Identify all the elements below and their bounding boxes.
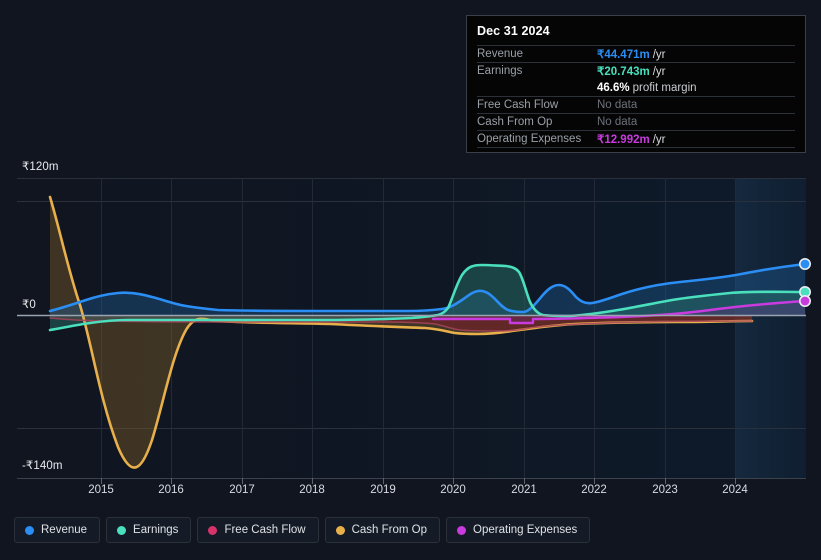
x-axis-tick-2017: 2017 <box>229 484 255 496</box>
tooltip-unit-earnings: /yr <box>652 66 666 78</box>
legend-item-earnings[interactable]: Earnings <box>106 517 192 543</box>
y-axis-label-top: ₹120m <box>22 161 59 173</box>
x-axis-tick-2023: 2023 <box>652 484 678 496</box>
tooltip-profit-margin-text: profit margin <box>632 81 697 94</box>
tooltip-label-cash-from-op: Cash From Op <box>477 116 553 128</box>
tooltip-date: Dec 31 2024 <box>477 24 550 38</box>
tooltip-value-free-cash-flow: No data <box>597 99 638 111</box>
x-axis-tick-2021: 2021 <box>511 484 537 496</box>
tooltip-unit-operating-expenses: /yr <box>652 134 666 146</box>
tooltip-row-cash-from-op: Cash From Op No data <box>477 113 795 130</box>
data-tooltip-panel: Dec 31 2024 Revenue ₹44.471m /yr Earning… <box>466 15 806 153</box>
tooltip-unit-revenue: /yr <box>652 49 666 61</box>
tooltip-value-profit-margin: 46.6% profit margin <box>597 82 697 94</box>
tooltip-value-cash-from-op: No data <box>597 116 638 128</box>
tooltip-value-earnings: ₹20.743m /yr <box>597 64 666 78</box>
x-axis-tick-2024: 2024 <box>722 484 748 496</box>
tooltip-value-operating-expenses: ₹12.992m /yr <box>597 132 666 146</box>
legend-dot-cash-from-op-icon <box>335 525 345 535</box>
legend-label-operating-expenses: Operating Expenses <box>473 524 578 536</box>
x-axis-tick-2015: 2015 <box>88 484 114 496</box>
legend-dot-earnings-icon <box>117 525 127 535</box>
tooltip-value-revenue: ₹44.471m /yr <box>597 47 666 61</box>
legend-dot-operating-expenses-icon <box>457 525 467 535</box>
y-axis-label-bottom: -₹140m <box>22 460 63 472</box>
tooltip-row-earnings: Earnings ₹20.743m /yr <box>477 62 795 79</box>
legend-label-earnings: Earnings <box>133 524 179 536</box>
tooltip-label-earnings: Earnings <box>477 65 523 77</box>
x-axis-tick-2020: 2020 <box>440 484 466 496</box>
endpoint-marker-operating-expenses[interactable] <box>798 294 811 307</box>
tooltip-row-profit-margin: 46.6% profit margin <box>477 79 795 96</box>
x-axis-tick-2018: 2018 <box>299 484 325 496</box>
tooltip-profit-margin-percent: 46.6% <box>597 81 630 94</box>
x-axis-tick-2016: 2016 <box>158 484 184 496</box>
tooltip-row-revenue: Revenue ₹44.471m /yr <box>477 45 795 62</box>
legend-item-revenue[interactable]: Revenue <box>14 517 101 543</box>
legend-label-cash-from-op: Cash From Op <box>351 524 428 536</box>
legend-item-cash-from-op[interactable]: Cash From Op <box>324 517 441 543</box>
financial-performance-chart: ₹120m ₹0 -₹140m 2015 2016 2017 2018 2019… <box>0 0 821 560</box>
legend-item-free-cash-flow[interactable]: Free Cash Flow <box>197 517 319 543</box>
x-axis-tick-2019: 2019 <box>370 484 396 496</box>
legend-dot-revenue-icon <box>25 525 34 535</box>
tooltip-row-operating-expenses: Operating Expenses ₹12.992m /yr <box>477 130 795 147</box>
chart-legend: Revenue Earnings Free Cash Flow Cash Fro… <box>14 517 591 543</box>
tooltip-amount-earnings: ₹20.743m <box>597 66 650 78</box>
tooltip-row-free-cash-flow: Free Cash Flow No data <box>477 96 795 113</box>
forecast-band <box>735 178 806 478</box>
endpoint-marker-revenue[interactable] <box>798 257 811 270</box>
legend-item-operating-expenses[interactable]: Operating Expenses <box>446 517 591 543</box>
tooltip-amount-operating-expenses: ₹12.992m <box>597 134 650 146</box>
tooltip-label-revenue: Revenue <box>477 48 524 60</box>
tooltip-bottom-divider <box>477 147 795 148</box>
legend-label-revenue: Revenue <box>41 524 88 536</box>
x-axis-tick-2022: 2022 <box>581 484 607 496</box>
legend-label-free-cash-flow: Free Cash Flow <box>224 524 306 536</box>
legend-dot-free-cash-flow-icon <box>208 525 218 535</box>
tooltip-label-free-cash-flow: Free Cash Flow <box>477 99 559 111</box>
tooltip-label-operating-expenses: Operating Expenses <box>477 133 582 145</box>
tooltip-amount-revenue: ₹44.471m <box>597 49 650 61</box>
y-axis-label-zero: ₹0 <box>22 299 36 311</box>
